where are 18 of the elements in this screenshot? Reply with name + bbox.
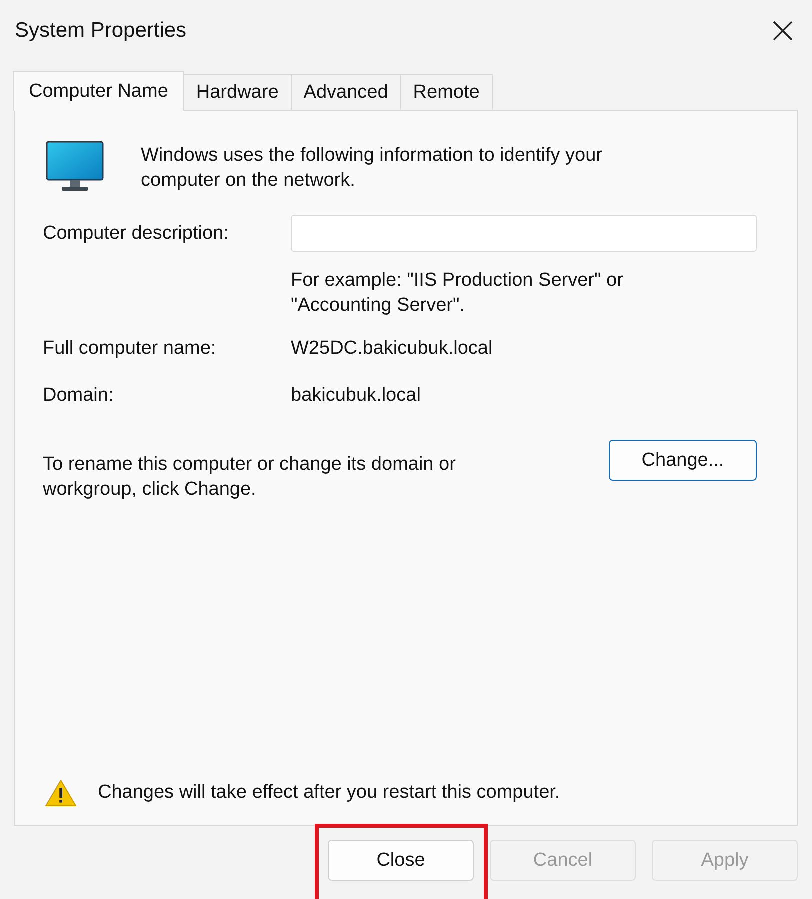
field-label: Computer description: bbox=[43, 222, 230, 244]
field-value: bakicubuk.local bbox=[291, 384, 422, 408]
rename-text: To rename this computer or change its domain or workgroup, click Change. bbox=[43, 453, 457, 502]
warning-icon bbox=[45, 779, 77, 807]
example-text: For example: "IIS Production Server" or "Accounting Server". bbox=[291, 269, 624, 318]
window-title: System Properties bbox=[15, 19, 187, 43]
change-button[interactable]: Change... bbox=[609, 440, 757, 481]
warning-text: Changes will take effect after you restart this computer. bbox=[98, 782, 560, 804]
intro-text: Windows uses the following information to identify your computer on the network. bbox=[141, 144, 604, 193]
close-icon bbox=[772, 20, 794, 42]
tab[interactable]: Computer Name bbox=[13, 71, 184, 111]
dialog-button[interactable]: Close bbox=[328, 840, 474, 881]
monitor-icon bbox=[46, 141, 104, 193]
field-label: Domain: bbox=[43, 384, 115, 408]
field-label: Full computer name: bbox=[43, 337, 218, 361]
description-field[interactable] bbox=[291, 215, 757, 252]
field-value: W25DC.bakicubuk.local bbox=[291, 337, 494, 361]
tab[interactable]: Remote bbox=[400, 74, 493, 110]
